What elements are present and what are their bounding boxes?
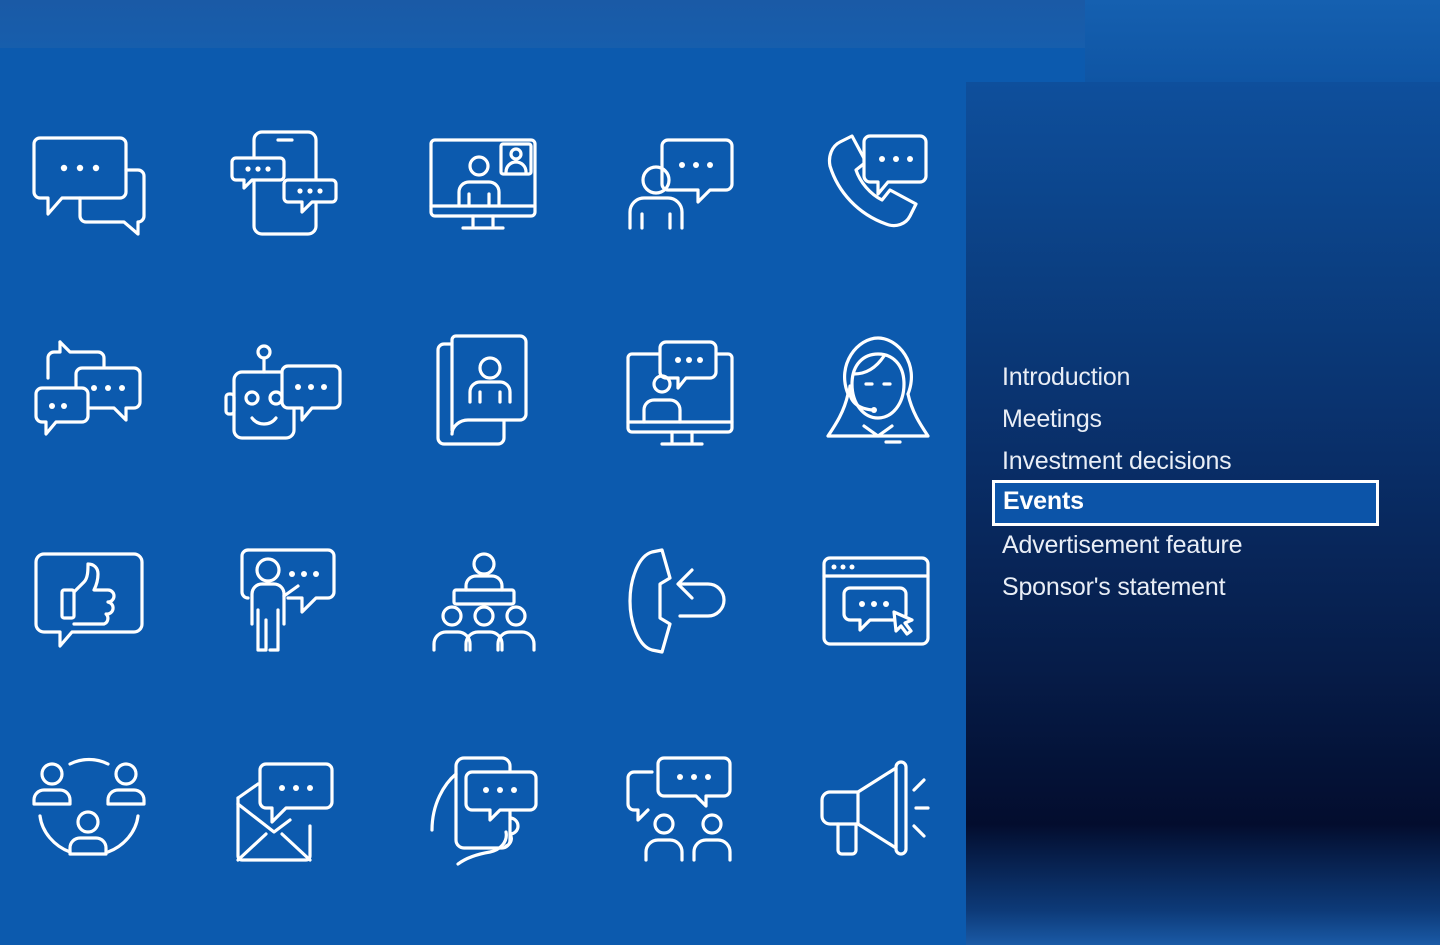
phone-chat-icon: [818, 128, 938, 238]
hand-phone-chat-icon: [424, 752, 544, 866]
network-people-icon: [30, 754, 150, 864]
menu-item-sponsors-statement[interactable]: Sponsor's statement: [992, 566, 1382, 608]
team-discussion-icon: [622, 752, 742, 862]
menu-item-introduction[interactable]: Introduction: [992, 356, 1382, 398]
group-chat-icon: [30, 338, 150, 448]
menu-item-meetings[interactable]: Meetings: [992, 398, 1382, 440]
menu-item-advertisement-feature[interactable]: Advertisement feature: [992, 524, 1382, 566]
chatbot-icon: [222, 340, 342, 450]
email-chat-icon: [230, 756, 350, 866]
mobile-chat-icon: [228, 128, 348, 238]
megaphone-icon: [816, 756, 936, 866]
mobile-contact-icon: [430, 334, 550, 446]
callback-phone-icon: [622, 544, 742, 654]
audience-meeting-icon: [426, 548, 546, 658]
support-agent-icon: [818, 334, 938, 444]
thumbs-up-chat-icon: [32, 546, 152, 656]
presenter-icon: [228, 544, 348, 654]
section-menu: Introduction Meetings Investment decisio…: [992, 356, 1382, 608]
online-presentation-icon: [622, 336, 742, 446]
menu-item-investment-decisions[interactable]: Investment decisions: [992, 440, 1382, 482]
chat-bubbles-icon: [30, 130, 150, 240]
menu-item-events[interactable]: Events: [992, 480, 1379, 526]
video-conference-icon: [425, 132, 545, 242]
header-band: [1085, 0, 1440, 82]
person-speaking-icon: [622, 132, 742, 242]
web-chat-window-icon: [818, 550, 938, 660]
